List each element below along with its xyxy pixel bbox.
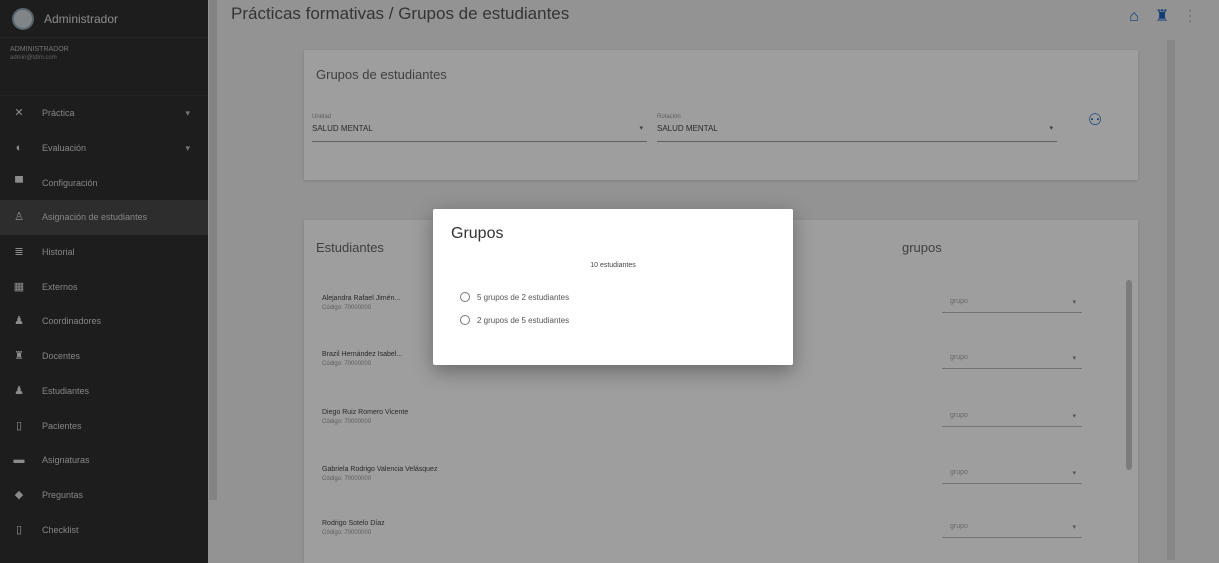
- radio-button[interactable]: [460, 315, 470, 325]
- dialog-subtitle: 10 estudiantes: [590, 262, 636, 269]
- group-option-2[interactable]: 2 grupos de 5 estudiantes: [460, 315, 569, 325]
- radio-button[interactable]: [460, 292, 470, 302]
- group-option-1[interactable]: 5 grupos de 2 estudiantes: [460, 292, 569, 302]
- group-option-label: 5 grupos de 2 estudiantes: [477, 292, 570, 302]
- group-option-label: 2 grupos de 5 estudiantes: [477, 315, 570, 325]
- groups-dialog: Grupos 10 estudiantes 5 grupos de 2 estu…: [433, 209, 793, 365]
- dialog-title: Grupos: [451, 225, 504, 242]
